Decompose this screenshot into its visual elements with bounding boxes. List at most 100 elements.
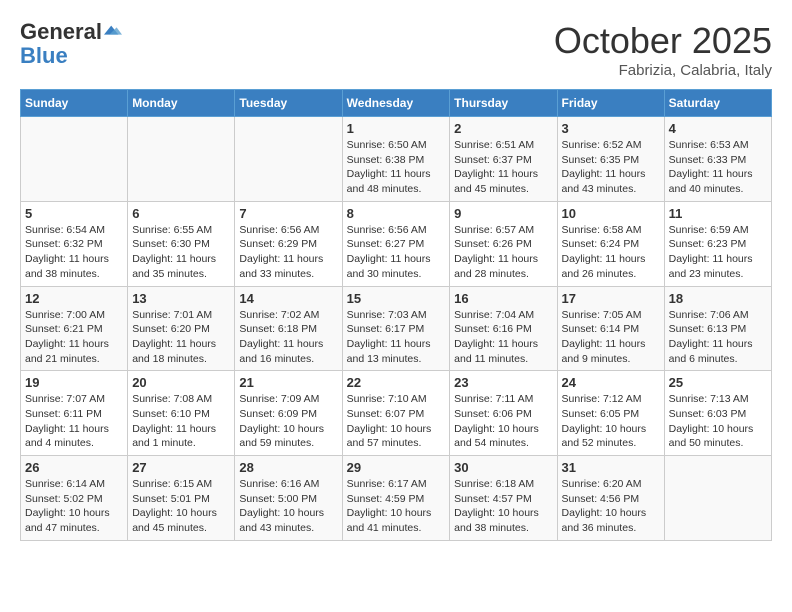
day-number: 6 xyxy=(132,206,230,221)
day-number: 26 xyxy=(25,460,123,475)
day-number: 31 xyxy=(562,460,660,475)
day-header-monday: Monday xyxy=(128,90,235,117)
day-number: 28 xyxy=(239,460,337,475)
calendar-cell: 9 Sunrise: 6:57 AM Sunset: 6:26 PM Daylig… xyxy=(450,201,557,286)
day-number: 21 xyxy=(239,375,337,390)
day-header-tuesday: Tuesday xyxy=(235,90,342,117)
logo-text: General xyxy=(20,20,102,44)
day-number: 10 xyxy=(562,206,660,221)
day-info: Sunrise: 7:07 AM Sunset: 6:11 PM Dayligh… xyxy=(25,392,123,451)
calendar-cell: 4Sunrise: 6:53 AM Sunset: 6:33 PM Daylig… xyxy=(664,117,771,202)
day-info: Sunrise: 7:11 AM Sunset: 6:06 PM Dayligh… xyxy=(454,392,552,451)
calendar-cell: 6 Sunrise: 6:55 AM Sunset: 6:30 PM Daylig… xyxy=(128,201,235,286)
day-info: Sunrise: 6:54 AM Sunset: 6:32 PM Dayligh… xyxy=(25,223,123,282)
calendar-cell xyxy=(235,117,342,202)
calendar-cell xyxy=(664,456,771,541)
calendar-cell: 14 Sunrise: 7:02 AM Sunset: 6:18 PM Dayli… xyxy=(235,286,342,371)
logo-icon xyxy=(104,22,122,40)
day-info: Sunrise: 6:50 AM Sunset: 6:38 PM Dayligh… xyxy=(347,138,446,197)
day-number: 1 xyxy=(347,121,446,136)
calendar-cell: 17 Sunrise: 7:05 AM Sunset: 6:14 PM Dayli… xyxy=(557,286,664,371)
calendar-cell: 29 Sunrise: 6:17 AM Sunset: 4:59 PM Dayli… xyxy=(342,456,450,541)
page-header: General Blue October 2025 Fabrizia, Cala… xyxy=(20,20,772,79)
logo: General Blue xyxy=(20,20,122,68)
day-number: 2 xyxy=(454,121,552,136)
day-number: 13 xyxy=(132,291,230,306)
calendar-cell: 18 Sunrise: 7:06 AM Sunset: 6:13 PM Dayli… xyxy=(664,286,771,371)
calendar-cell: 10 Sunrise: 6:58 AM Sunset: 6:24 PM Dayli… xyxy=(557,201,664,286)
day-info: Sunrise: 7:08 AM Sunset: 6:10 PM Dayligh… xyxy=(132,392,230,451)
day-header-thursday: Thursday xyxy=(450,90,557,117)
day-info: Sunrise: 6:18 AM Sunset: 4:57 PM Dayligh… xyxy=(454,477,552,536)
day-number: 25 xyxy=(669,375,767,390)
day-number: 30 xyxy=(454,460,552,475)
calendar-cell: 15Sunrise: 7:03 AM Sunset: 6:17 PM Dayli… xyxy=(342,286,450,371)
day-info: Sunrise: 6:55 AM Sunset: 6:30 PM Dayligh… xyxy=(132,223,230,282)
day-info: Sunrise: 7:05 AM Sunset: 6:14 PM Dayligh… xyxy=(562,308,660,367)
calendar-cell: 2 Sunrise: 6:51 AM Sunset: 6:37 PM Daylig… xyxy=(450,117,557,202)
day-number: 14 xyxy=(239,291,337,306)
day-info: Sunrise: 7:03 AM Sunset: 6:17 PM Dayligh… xyxy=(347,308,446,367)
day-info: Sunrise: 6:14 AM Sunset: 5:02 PM Dayligh… xyxy=(25,477,123,536)
day-info: Sunrise: 7:04 AM Sunset: 6:16 PM Dayligh… xyxy=(454,308,552,367)
calendar-week-3: 12 Sunrise: 7:00 AM Sunset: 6:21 PM Dayli… xyxy=(21,286,772,371)
calendar-cell: 24Sunrise: 7:12 AM Sunset: 6:05 PM Dayli… xyxy=(557,371,664,456)
day-info: Sunrise: 7:00 AM Sunset: 6:21 PM Dayligh… xyxy=(25,308,123,367)
calendar-cell: 26 Sunrise: 6:14 AM Sunset: 5:02 PM Dayli… xyxy=(21,456,128,541)
calendar-cell: 7 Sunrise: 6:56 AM Sunset: 6:29 PM Daylig… xyxy=(235,201,342,286)
calendar-cell: 1 Sunrise: 6:50 AM Sunset: 6:38 PM Daylig… xyxy=(342,117,450,202)
day-header-wednesday: Wednesday xyxy=(342,90,450,117)
day-header-saturday: Saturday xyxy=(664,90,771,117)
day-number: 4 xyxy=(669,121,767,136)
day-number: 12 xyxy=(25,291,123,306)
day-info: Sunrise: 7:10 AM Sunset: 6:07 PM Dayligh… xyxy=(347,392,446,451)
day-number: 11 xyxy=(669,206,767,221)
calendar-week-1: 1 Sunrise: 6:50 AM Sunset: 6:38 PM Daylig… xyxy=(21,117,772,202)
day-number: 19 xyxy=(25,375,123,390)
day-header-sunday: Sunday xyxy=(21,90,128,117)
day-info: Sunrise: 6:15 AM Sunset: 5:01 PM Dayligh… xyxy=(132,477,230,536)
day-number: 9 xyxy=(454,206,552,221)
day-number: 23 xyxy=(454,375,552,390)
calendar-header-row: SundayMondayTuesdayWednesdayThursdayFrid… xyxy=(21,90,772,117)
day-number: 17 xyxy=(562,291,660,306)
day-number: 24 xyxy=(562,375,660,390)
calendar-cell: 12 Sunrise: 7:00 AM Sunset: 6:21 PM Dayli… xyxy=(21,286,128,371)
day-number: 18 xyxy=(669,291,767,306)
calendar-cell: 3Sunrise: 6:52 AM Sunset: 6:35 PM Daylig… xyxy=(557,117,664,202)
day-info: Sunrise: 6:16 AM Sunset: 5:00 PM Dayligh… xyxy=(239,477,337,536)
day-info: Sunrise: 7:06 AM Sunset: 6:13 PM Dayligh… xyxy=(669,308,767,367)
day-info: Sunrise: 7:02 AM Sunset: 6:18 PM Dayligh… xyxy=(239,308,337,367)
calendar-cell: 19 Sunrise: 7:07 AM Sunset: 6:11 PM Dayli… xyxy=(21,371,128,456)
day-number: 8 xyxy=(347,206,446,221)
calendar-body: 1 Sunrise: 6:50 AM Sunset: 6:38 PM Daylig… xyxy=(21,117,772,541)
day-info: Sunrise: 6:58 AM Sunset: 6:24 PM Dayligh… xyxy=(562,223,660,282)
calendar-cell: 28 Sunrise: 6:16 AM Sunset: 5:00 PM Dayli… xyxy=(235,456,342,541)
day-number: 27 xyxy=(132,460,230,475)
calendar-cell: 11 Sunrise: 6:59 AM Sunset: 6:23 PM Dayli… xyxy=(664,201,771,286)
calendar-cell: 25Sunrise: 7:13 AM Sunset: 6:03 PM Dayli… xyxy=(664,371,771,456)
day-info: Sunrise: 6:59 AM Sunset: 6:23 PM Dayligh… xyxy=(669,223,767,282)
day-header-friday: Friday xyxy=(557,90,664,117)
day-number: 5 xyxy=(25,206,123,221)
day-info: Sunrise: 6:20 AM Sunset: 4:56 PM Dayligh… xyxy=(562,477,660,536)
calendar-cell: 20 Sunrise: 7:08 AM Sunset: 6:10 PM Dayli… xyxy=(128,371,235,456)
calendar-week-2: 5 Sunrise: 6:54 AM Sunset: 6:32 PM Daylig… xyxy=(21,201,772,286)
calendar-cell: 22Sunrise: 7:10 AM Sunset: 6:07 PM Dayli… xyxy=(342,371,450,456)
calendar-cell: 21 Sunrise: 7:09 AM Sunset: 6:09 PM Dayli… xyxy=(235,371,342,456)
calendar-cell xyxy=(21,117,128,202)
day-info: Sunrise: 7:09 AM Sunset: 6:09 PM Dayligh… xyxy=(239,392,337,451)
calendar-cell xyxy=(128,117,235,202)
day-number: 29 xyxy=(347,460,446,475)
day-number: 3 xyxy=(562,121,660,136)
logo-blue-text: Blue xyxy=(20,44,122,68)
calendar-cell: 16Sunrise: 7:04 AM Sunset: 6:16 PM Dayli… xyxy=(450,286,557,371)
calendar-cell: 5 Sunrise: 6:54 AM Sunset: 6:32 PM Daylig… xyxy=(21,201,128,286)
day-info: Sunrise: 6:57 AM Sunset: 6:26 PM Dayligh… xyxy=(454,223,552,282)
day-info: Sunrise: 6:56 AM Sunset: 6:29 PM Dayligh… xyxy=(239,223,337,282)
day-number: 7 xyxy=(239,206,337,221)
day-info: Sunrise: 6:17 AM Sunset: 4:59 PM Dayligh… xyxy=(347,477,446,536)
calendar-cell: 31 Sunrise: 6:20 AM Sunset: 4:56 PM Dayli… xyxy=(557,456,664,541)
day-info: Sunrise: 6:51 AM Sunset: 6:37 PM Dayligh… xyxy=(454,138,552,197)
day-number: 20 xyxy=(132,375,230,390)
